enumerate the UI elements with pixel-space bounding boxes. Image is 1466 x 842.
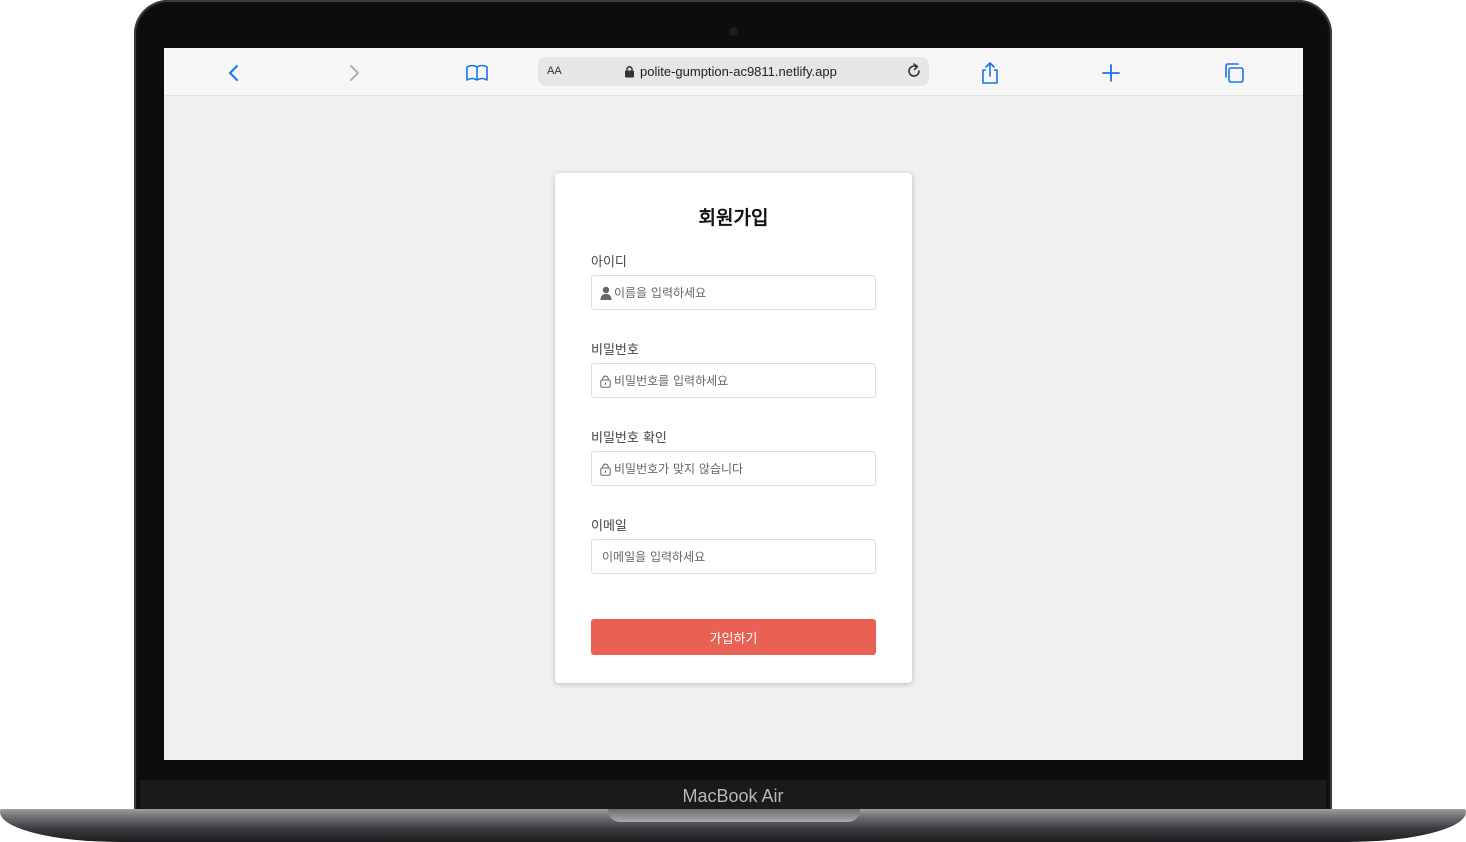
- lock-icon: [625, 66, 634, 78]
- id-input[interactable]: [592, 276, 875, 309]
- browser-toolbar: AA polite-gumption-ac9811.netlify.app: [164, 48, 1303, 96]
- email-input[interactable]: [592, 540, 875, 573]
- id-field-box: [591, 275, 876, 310]
- reload-icon[interactable]: [905, 62, 923, 80]
- device-brand: MacBook Air: [682, 786, 784, 806]
- address-bar[interactable]: AA polite-gumption-ac9811.netlify.app: [538, 57, 929, 86]
- email-label: 이메일: [591, 519, 627, 534]
- id-label: 아이디: [591, 255, 627, 270]
- back-icon: [229, 65, 238, 81]
- signup-card: 회원가입 아이디 비밀번호 비밀번호 확인 이메일 가입하기: [555, 173, 912, 683]
- browser-screen: AA polite-gumption-ac9811.netlify.app 회원…: [164, 48, 1303, 760]
- password-input[interactable]: [592, 364, 875, 397]
- password-field-box: [591, 363, 876, 398]
- bookmarks-icon: [466, 64, 488, 81]
- password-confirm-label: 비밀번호 확인: [591, 431, 667, 446]
- new-tab-button[interactable]: [1098, 60, 1124, 86]
- forward-icon: [350, 65, 359, 81]
- back-button[interactable]: [221, 60, 247, 86]
- forward-button[interactable]: [341, 60, 367, 86]
- share-button[interactable]: [977, 60, 1003, 86]
- url-text: polite-gumption-ac9811.netlify.app: [640, 64, 837, 79]
- password-confirm-input[interactable]: [592, 452, 875, 485]
- signup-button[interactable]: 가입하기: [591, 619, 876, 655]
- password-label: 비밀번호: [591, 343, 639, 358]
- bookmarks-button[interactable]: [464, 60, 490, 86]
- password-confirm-field-box: [591, 451, 876, 486]
- email-field-box: [591, 539, 876, 574]
- reader-button[interactable]: AA: [547, 65, 562, 77]
- tabs-icon: [1225, 63, 1244, 83]
- camera-icon: [729, 27, 738, 36]
- laptop-notch: [608, 809, 860, 822]
- page-title: 회원가입: [698, 207, 769, 229]
- tabs-button[interactable]: [1221, 60, 1247, 86]
- share-icon: [982, 62, 998, 84]
- new-tab-icon: [1102, 64, 1120, 82]
